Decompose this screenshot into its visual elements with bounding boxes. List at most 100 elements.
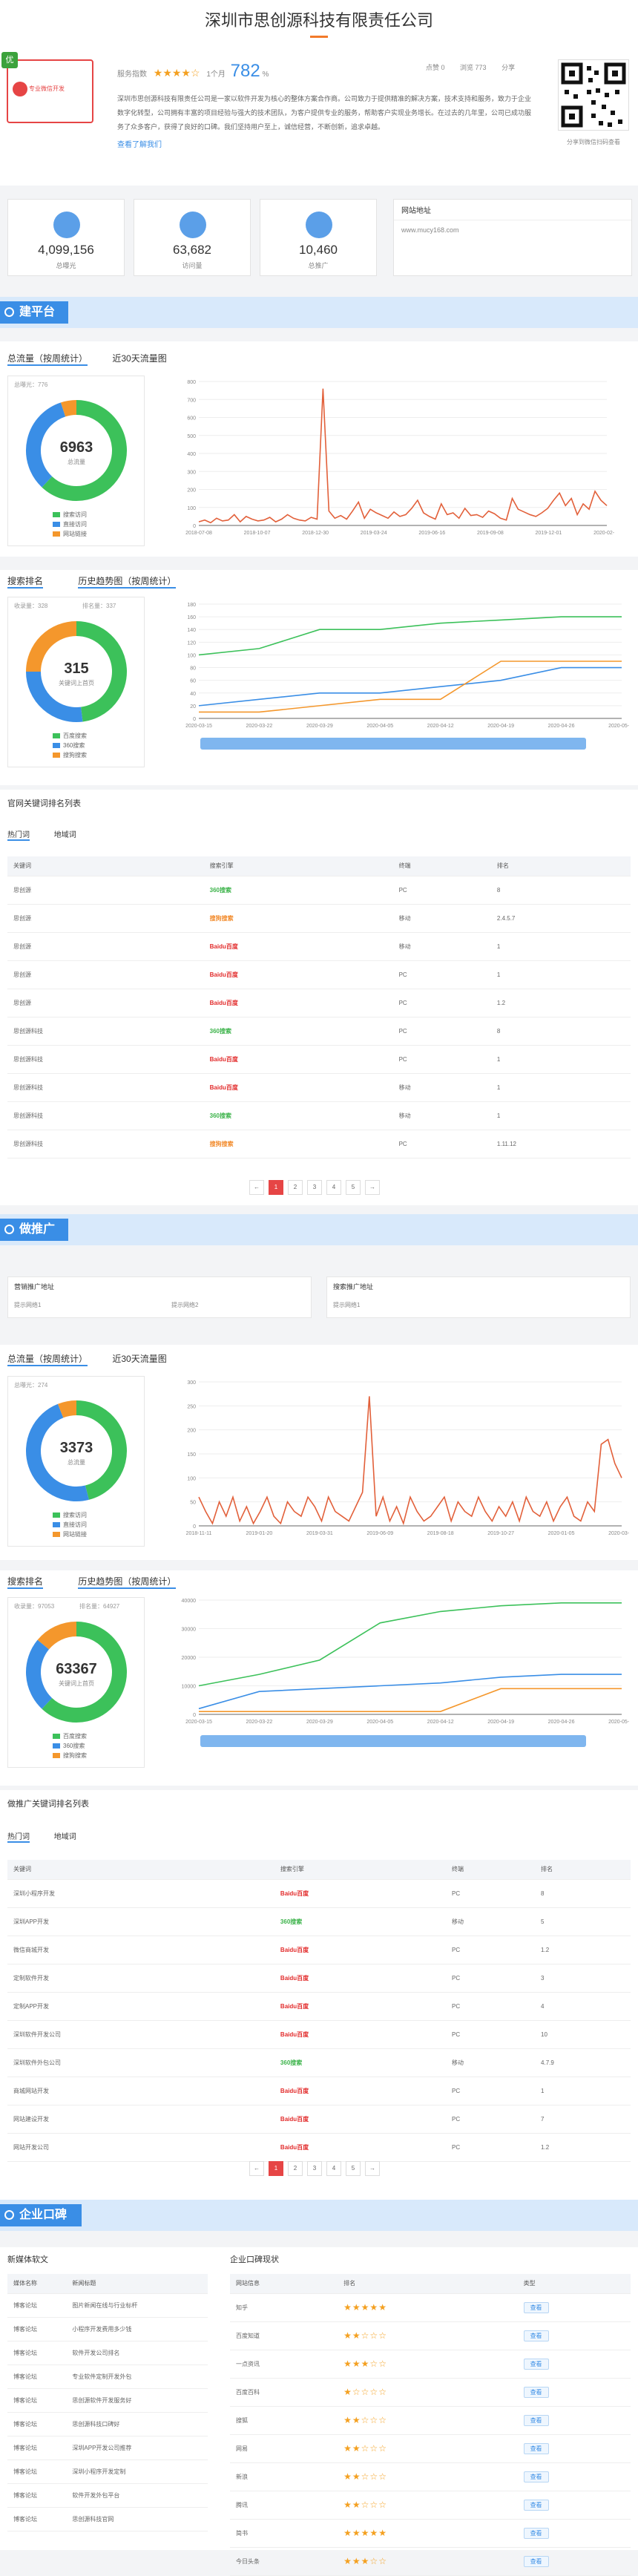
media-cell: 博客论坛 bbox=[7, 2341, 67, 2365]
donut-slice bbox=[26, 671, 83, 722]
x-tick-label: 2018-07-08 bbox=[185, 531, 212, 536]
tab-history[interactable]: 历史趋势图（按周统计） bbox=[78, 574, 177, 589]
page-button[interactable]: 1 bbox=[269, 2161, 283, 2176]
rank-cell: ★★★★★ bbox=[338, 2293, 518, 2322]
box-item[interactable]: 提示网络1 bbox=[333, 1301, 360, 1309]
tab-history[interactable]: 历史趋势图（按周统计） bbox=[78, 1575, 177, 1589]
headline-cell[interactable]: 深圳小程序开发定制 bbox=[66, 2459, 208, 2484]
terminal-cell: PC bbox=[392, 1017, 491, 1046]
tab-30days[interactable]: 近30天流量图 bbox=[112, 352, 166, 364]
table-row: 网站开发公司 Baidu百度 PC 1.2 bbox=[7, 2133, 631, 2162]
more-link[interactable]: 查看了解我们 bbox=[117, 138, 162, 149]
engine-cell: Baidu百度 bbox=[203, 989, 393, 1017]
news-row[interactable]: 博客论坛 图片新闻在线与行业标杆 bbox=[7, 2293, 208, 2318]
tab-hot-words[interactable]: 热门词 bbox=[7, 828, 30, 841]
ranking-section-2: 搜索排名 历史趋势图（按周统计） 收录量：97053 排名量：64927 633… bbox=[0, 1570, 638, 1786]
news-row[interactable]: 博客论坛 深圳APP开发公司推荐 bbox=[7, 2436, 208, 2460]
page-button[interactable]: → bbox=[365, 1180, 380, 1195]
share-button[interactable]: 分享 bbox=[501, 64, 515, 71]
media-cell: 博客论坛 bbox=[7, 2507, 67, 2531]
headline-cell[interactable]: 专业软件定制开发外包 bbox=[66, 2364, 208, 2389]
view-button[interactable]: 查看 bbox=[523, 2358, 549, 2370]
page-button[interactable]: 2 bbox=[288, 1180, 303, 1195]
headline-cell[interactable]: 思创源软件开发服务好 bbox=[66, 2388, 208, 2413]
table-row: 微信商城开发 Baidu百度 PC 1.2 bbox=[7, 1936, 631, 1964]
headline-cell[interactable]: 小程序开发费用多少钱 bbox=[66, 2317, 208, 2341]
page-button[interactable]: 4 bbox=[326, 1180, 341, 1195]
view-button[interactable]: 查看 bbox=[523, 2527, 549, 2539]
rank-cell: ★★☆☆☆ bbox=[338, 2321, 518, 2350]
news-row[interactable]: 博客论坛 专业软件定制开发外包 bbox=[7, 2364, 208, 2389]
donut-slice bbox=[26, 1639, 53, 1709]
headline-cell[interactable]: 思创源科技官网 bbox=[66, 2507, 208, 2531]
terminal-cell: PC bbox=[446, 2077, 536, 2105]
tab-hot-words[interactable]: 热门词 bbox=[7, 1830, 30, 1843]
headline-cell[interactable]: 深圳APP开发公司推荐 bbox=[66, 2436, 208, 2460]
tab-weekly[interactable]: 总流量（按周统计） bbox=[7, 352, 88, 366]
view-button[interactable]: 查看 bbox=[523, 2414, 549, 2426]
news-row[interactable]: 博客论坛 思创源科技官网 bbox=[7, 2507, 208, 2531]
engine-cell: Baidu百度 bbox=[203, 932, 393, 961]
y-tick-label: 0 bbox=[193, 1524, 196, 1530]
news-row[interactable]: 博客论坛 软件开发外包平台 bbox=[7, 2483, 208, 2508]
rank-cell: ★★★★★ bbox=[338, 2519, 518, 2548]
rating-stars: ★★☆☆☆ bbox=[343, 2500, 387, 2510]
rank-cell: 1 bbox=[535, 2077, 631, 2105]
page-button[interactable]: ← bbox=[249, 2161, 264, 2176]
engine-cell: Baidu百度 bbox=[274, 2020, 447, 2049]
series-line bbox=[198, 388, 608, 524]
y-tick-label: 20000 bbox=[182, 1656, 197, 1661]
headline-cell[interactable]: 软件开发公司排名 bbox=[66, 2341, 208, 2365]
tab-region-words[interactable]: 地域词 bbox=[54, 1830, 76, 1841]
view-button[interactable]: 查看 bbox=[523, 2555, 549, 2567]
news-row[interactable]: 博客论坛 软件开发公司排名 bbox=[7, 2341, 208, 2365]
keyword-cell: 思创源 bbox=[7, 989, 204, 1017]
website-url[interactable]: www.mucy168.com bbox=[394, 220, 631, 240]
traffic-tabs: 总流量（按周统计） 近30天流量图 bbox=[7, 1352, 189, 1366]
news-row[interactable]: 博客论坛 思创源软件开发服务好 bbox=[7, 2388, 208, 2413]
page-button[interactable]: ← bbox=[249, 1180, 264, 1195]
page-button[interactable]: 5 bbox=[346, 1180, 361, 1195]
news-row[interactable]: 博客论坛 小程序开发费用多少钱 bbox=[7, 2317, 208, 2341]
news-row[interactable]: 博客论坛 思创源科技口碑好 bbox=[7, 2412, 208, 2436]
like-button[interactable]: 点赞 0 bbox=[426, 64, 445, 71]
tab-weekly[interactable]: 总流量（按周统计） bbox=[7, 1352, 88, 1366]
donut-legend: 搜索访问 直接访问 网站链接 bbox=[53, 1510, 87, 1539]
box-title: 搜索推广地址 bbox=[333, 1283, 374, 1291]
column-header: 终端 bbox=[392, 856, 491, 876]
view-button[interactable]: 查看 bbox=[523, 2330, 549, 2341]
table-row: 深圳小程序开发 Baidu百度 PC 8 bbox=[7, 1879, 631, 1908]
view-button[interactable]: 查看 bbox=[523, 2301, 549, 2313]
series-line bbox=[198, 666, 622, 707]
box-item[interactable]: 提示网络1 bbox=[14, 1301, 41, 1309]
tab-rank[interactable]: 搜索排名 bbox=[7, 574, 44, 589]
page-button[interactable]: 2 bbox=[288, 2161, 303, 2176]
headline-cell[interactable]: 软件开发外包平台 bbox=[66, 2483, 208, 2508]
headline-cell[interactable]: 图片新闻在线与行业标杆 bbox=[66, 2293, 208, 2318]
tab-30days[interactable]: 近30天流量图 bbox=[112, 1352, 166, 1365]
page-button[interactable]: 3 bbox=[307, 2161, 322, 2176]
donut-center-label: 关键词上首页 bbox=[59, 1679, 94, 1687]
view-button[interactable]: 查看 bbox=[523, 2499, 549, 2511]
x-tick-label: 2020-03-29 bbox=[306, 1720, 333, 1725]
view-button[interactable]: 查看 bbox=[523, 2471, 549, 2482]
view-button[interactable]: 查看 bbox=[523, 2442, 549, 2454]
page-button[interactable]: 4 bbox=[326, 2161, 341, 2176]
media-cell: 博客论坛 bbox=[7, 2317, 67, 2341]
range-slider[interactable] bbox=[200, 1735, 586, 1747]
media-cell: 博客论坛 bbox=[7, 2412, 67, 2436]
column-header: 终端 bbox=[446, 1860, 536, 1880]
tab-region-words[interactable]: 地域词 bbox=[54, 828, 76, 839]
tab-rank[interactable]: 搜索排名 bbox=[7, 1575, 44, 1589]
news-row[interactable]: 博客论坛 深圳小程序开发定制 bbox=[7, 2459, 208, 2484]
range-slider[interactable] bbox=[200, 738, 586, 750]
page-button[interactable]: 5 bbox=[346, 2161, 361, 2176]
page-button[interactable]: 3 bbox=[307, 1180, 322, 1195]
keyword-list-title: 做推广关键词排名列表 bbox=[7, 1800, 89, 1809]
page-button[interactable]: → bbox=[365, 2161, 380, 2176]
terminal-cell: 移动 bbox=[392, 932, 491, 961]
view-button[interactable]: 查看 bbox=[523, 2386, 549, 2398]
box-item[interactable]: 提示网络2 bbox=[171, 1301, 198, 1309]
page-button[interactable]: 1 bbox=[269, 1180, 283, 1195]
headline-cell[interactable]: 思创源科技口碑好 bbox=[66, 2412, 208, 2436]
